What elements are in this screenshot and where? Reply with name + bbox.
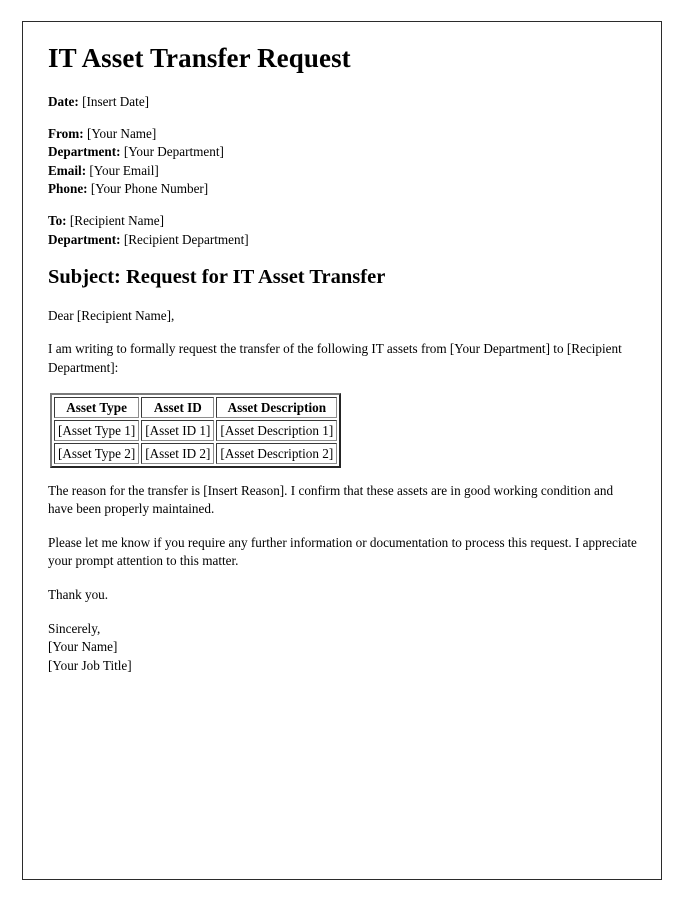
table-header-row: Asset Type Asset ID Asset Description xyxy=(54,396,338,418)
page-title: IT Asset Transfer Request xyxy=(48,43,351,73)
document-page-frame: IT Asset Transfer Request Date: [Insert … xyxy=(22,21,662,880)
followup-paragraph: Please let me know if you require any fu… xyxy=(48,534,637,569)
sender-department-label: Department: xyxy=(48,144,121,160)
column-header-asset-id: Asset ID xyxy=(141,396,215,418)
recipient-name-line: To: [Recipient Name] xyxy=(48,212,640,231)
sender-phone-line: Phone: [Your Phone Number] xyxy=(48,180,640,199)
recipient-block: To: [Recipient Name] Department: [Recipi… xyxy=(48,212,640,249)
cell-asset-description: [Asset Description 2] xyxy=(216,442,338,464)
date-line: Date: [Insert Date] xyxy=(48,93,640,112)
sender-email-line: Email: [Your Email] xyxy=(48,162,640,181)
recipient-department-line: Department: [Recipient Department] xyxy=(48,231,640,250)
column-header-asset-type: Asset Type xyxy=(54,396,140,418)
cell-asset-id: [Asset ID 1] xyxy=(141,419,215,441)
cell-asset-type: [Asset Type 1] xyxy=(54,419,140,441)
cell-asset-description: [Asset Description 1] xyxy=(216,419,338,441)
sender-department-value: [Your Department] xyxy=(123,144,224,160)
closing-job-title: [Your Job Title] xyxy=(48,657,132,673)
closing-sincerely: Sincerely, xyxy=(48,620,101,636)
from-label: From: xyxy=(48,125,84,141)
reason-paragraph: The reason for the transfer is [Insert R… xyxy=(48,482,614,517)
salutation: Dear [Recipient Name], xyxy=(48,307,175,323)
from-value: [Your Name] xyxy=(86,125,157,141)
cell-asset-type: [Asset Type 2] xyxy=(54,442,140,464)
date-value: [Insert Date] xyxy=(82,94,150,110)
document-content: IT Asset Transfer Request Date: [Insert … xyxy=(48,43,640,675)
phone-label: Phone: xyxy=(48,181,88,197)
date-label: Date: xyxy=(48,94,79,110)
sender-department-line: Department: [Your Department] xyxy=(48,143,640,162)
asset-table: Asset Type Asset ID Asset Description [A… xyxy=(50,392,342,468)
recipient-department-label: Department: xyxy=(48,231,121,247)
asset-table-body: [Asset Type 1] [Asset ID 1] [Asset Descr… xyxy=(54,419,338,464)
date-block: Date: [Insert Date] xyxy=(48,93,640,112)
table-row: [Asset Type 2] [Asset ID 2] [Asset Descr… xyxy=(54,442,338,464)
phone-value: [Your Phone Number] xyxy=(90,181,209,197)
email-value: [Your Email] xyxy=(89,162,159,178)
sender-name-line: From: [Your Name] xyxy=(48,125,640,144)
asset-table-head: Asset Type Asset ID Asset Description xyxy=(54,396,338,418)
intro-paragraph: I am writing to formally request the tra… xyxy=(48,341,622,375)
subject-heading: Subject: Request for IT Asset Transfer xyxy=(48,266,386,289)
cell-asset-id: [Asset ID 2] xyxy=(141,442,215,464)
email-label: Email: xyxy=(48,162,87,178)
recipient-department-value: [Recipient Department] xyxy=(123,231,249,247)
sender-block: From: [Your Name] Department: [Your Depa… xyxy=(48,125,640,199)
closing-name: [Your Name] xyxy=(48,639,118,655)
closing-block: Sincerely, [Your Name] [Your Job Title] xyxy=(48,620,640,676)
to-label: To: xyxy=(48,213,67,229)
to-value: [Recipient Name] xyxy=(69,213,164,229)
table-row: [Asset Type 1] [Asset ID 1] [Asset Descr… xyxy=(54,419,338,441)
thanks-paragraph: Thank you. xyxy=(48,586,109,602)
column-header-asset-description: Asset Description xyxy=(216,396,338,418)
